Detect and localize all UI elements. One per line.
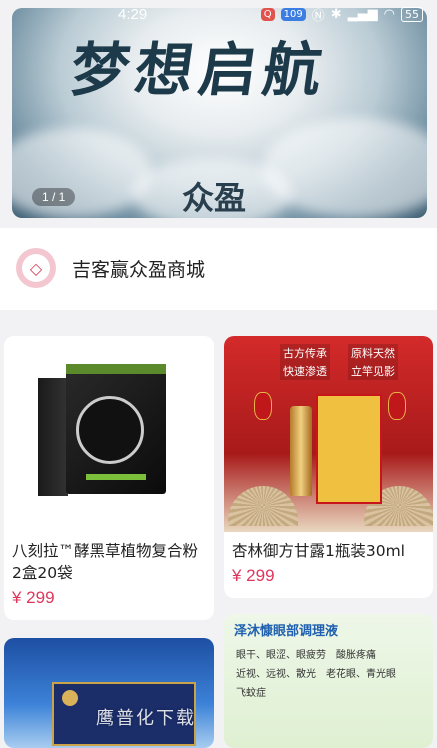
clock-graphic	[76, 396, 144, 464]
mall-header[interactable]: ◇ 吉客赢众盈商城	[0, 228, 437, 310]
product-image	[4, 336, 214, 531]
product-name-line: 2盒20袋	[12, 564, 73, 582]
promo-banner[interactable]: 梦想启航 众盈 1 / 1	[12, 8, 427, 218]
banner-pager: 1 / 1	[32, 188, 76, 206]
product-card[interactable]	[4, 638, 214, 748]
product-headline: 泽沐慷眼部调理液	[234, 624, 339, 639]
fan-shape	[228, 486, 298, 526]
banner-title: 梦想启航	[66, 36, 333, 104]
product-image: 古方传承 原料天然 快速渗透 立竿见影	[224, 336, 433, 532]
status-icons: Q 109 Ⓝ ✱ ▂▄▆ ◠ 55	[260, 5, 423, 24]
mall-name: 吉客赢众盈商城	[72, 259, 206, 281]
feature-tag: 酸胀疼痛	[336, 650, 376, 661]
notification-badge: 109	[280, 8, 306, 21]
product-card[interactable]: 古方传承 原料天然 快速渗透 立竿见影 杏林御方甘露1瓶装30ml ¥ 299	[224, 336, 433, 598]
feature-tag: 古方传承	[280, 344, 330, 362]
product-image: 泽沐慷眼部调理液 眼干、眼涩、眼疲劳 酸胀疼痛 近视、远视、散光 老花眼、青光眼…	[224, 614, 433, 748]
product-name-line: 八刻拉™酵黑草植物复合粉	[12, 542, 199, 560]
diamond-icon: ◇	[16, 248, 56, 288]
product-image	[4, 638, 214, 748]
product-tags: 眼干、眼涩、眼疲劳 酸胀疼痛 近视、远视、散光 老花眼、青光眼 飞蚊症	[236, 646, 396, 699]
feature-tag: 近视、远视、散光	[236, 669, 316, 680]
product-box-side	[38, 378, 68, 496]
product-price: ¥ 299	[12, 588, 55, 607]
watermark-text: 鹰普化下载	[96, 708, 196, 729]
product-name: 八刻拉™酵黑草植物复合粉 2盒20袋	[12, 540, 198, 584]
wifi-icon: ◠	[383, 7, 395, 22]
product-price: ¥ 299	[232, 566, 275, 585]
bluetooth-icon: ✱	[330, 7, 342, 22]
status-time: 4:29	[118, 6, 148, 23]
lantern-shape	[388, 392, 406, 420]
product-card[interactable]: 泽沐慷眼部调理液 眼干、眼涩、眼疲劳 酸胀疼痛 近视、远视、散光 老花眼、青光眼…	[224, 614, 433, 748]
box-band	[86, 474, 146, 480]
lantern-shape	[254, 392, 272, 420]
product-box	[66, 364, 166, 494]
nfc-icon: Ⓝ	[311, 9, 325, 24]
feature-tag: 眼干、眼涩、眼疲劳	[236, 650, 326, 661]
battery-icon: 55	[401, 7, 423, 22]
notification-badge: Q	[260, 8, 275, 21]
product-card[interactable]: 八刻拉™酵黑草植物复合粉 2盒20袋 ¥ 299	[4, 336, 214, 620]
feature-tag: 立竿见影	[348, 362, 398, 380]
feature-tag: 老花眼、青光眼	[326, 669, 396, 680]
status-bar: 4:29 Q 109 Ⓝ ✱ ▂▄▆ ◠ 55	[0, 0, 437, 30]
feature-tag: 原料天然	[348, 344, 398, 362]
product-box	[316, 394, 382, 504]
signal-icon: ▂▄▆	[347, 7, 378, 22]
feature-tag: 飞蚊症	[236, 688, 266, 699]
product-name: 杏林御方甘露1瓶装30ml	[232, 542, 405, 560]
logo-shape	[62, 690, 78, 706]
cloud-shape	[12, 128, 152, 218]
product-bottle	[290, 406, 312, 496]
box-strip	[66, 364, 166, 374]
banner-brand: 众盈	[182, 179, 247, 217]
feature-tag: 快速渗透	[280, 362, 330, 380]
